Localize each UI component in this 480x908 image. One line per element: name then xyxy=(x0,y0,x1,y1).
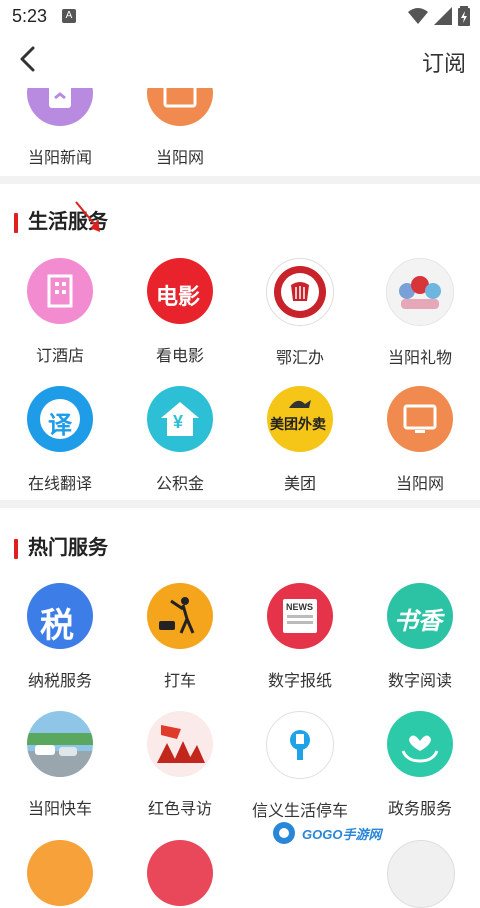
battery-icon xyxy=(458,6,470,26)
grid-item-parking[interactable]: 信义生活停车 xyxy=(240,711,360,821)
gov-service-icon xyxy=(387,711,453,777)
arrow-annotation-icon xyxy=(75,201,100,232)
grid-item-dangyang-web[interactable]: 当阳网 xyxy=(360,386,480,494)
grid-item-label: 打车 xyxy=(163,673,196,690)
grid-item-meituan[interactable]: 美团外卖 美团 xyxy=(240,386,360,494)
signal-icon xyxy=(434,7,452,25)
translate-icon: 译 xyxy=(27,386,93,452)
movie-icon: 电影 xyxy=(147,258,213,324)
grid-item-label: 当阳网 xyxy=(395,476,444,493)
grid-item-taxi[interactable]: 打车 xyxy=(120,583,240,691)
watermark: GOGO手游网 xyxy=(270,818,381,848)
partial-next-icon xyxy=(387,840,455,908)
watermark-logo-icon xyxy=(273,822,295,844)
grid-item-label: 订酒店 xyxy=(35,348,84,365)
grid-item-label: 当阳快车 xyxy=(27,801,92,818)
parking-icon xyxy=(266,711,334,779)
grid-item-label: 当阳网 xyxy=(155,150,204,167)
fund-icon: ¥ xyxy=(147,386,213,452)
grid-item-label: 数字报纸 xyxy=(267,673,332,690)
meituan-glyph: 美团外卖 xyxy=(270,416,326,432)
translate-glyph: 译 xyxy=(48,412,72,439)
grid-item-label: 看电影 xyxy=(155,348,204,365)
newspaper-icon: NEWS xyxy=(267,583,333,649)
back-icon[interactable] xyxy=(14,44,44,74)
grid-item-label: 红色寻访 xyxy=(147,801,212,818)
gift-mascot-icon xyxy=(386,258,454,326)
system-icons xyxy=(408,6,470,26)
tax-glyph: 税 xyxy=(40,607,74,645)
grid-item-reading[interactable]: 书香 数字阅读 xyxy=(360,583,480,691)
notification-icon: A xyxy=(62,9,76,23)
movie-glyph: 电影 xyxy=(156,284,201,309)
grid-item-red-tour[interactable]: 红色寻访 xyxy=(120,711,240,819)
section-title-text: 热门服务 xyxy=(28,537,108,559)
status-bar: 5:23 A xyxy=(0,0,480,32)
grid-item-label: 在线翻译 xyxy=(27,476,92,493)
grid-item-fund[interactable]: ¥ 公积金 xyxy=(120,386,240,494)
express-bus-icon xyxy=(27,711,93,777)
red-tour-icon xyxy=(147,711,213,777)
grid-item-tax[interactable]: 税 纳税服务 xyxy=(0,583,120,691)
grid-item-translate[interactable]: 译 在线翻译 xyxy=(0,386,120,494)
ehuiban-logo-icon xyxy=(266,258,334,326)
grid-item-label: 公积金 xyxy=(155,476,204,493)
hotel-icon xyxy=(27,258,93,324)
section-accent-bar xyxy=(14,538,18,559)
grid-item-label: 政务服务 xyxy=(387,801,452,818)
grid-item-label: 鄂汇办 xyxy=(275,350,324,367)
taxi-icon xyxy=(147,583,213,649)
grid-item-label: 当阳礼物 xyxy=(387,350,452,367)
section-divider xyxy=(0,500,480,508)
section-divider xyxy=(0,176,480,184)
status-time: 5:23 xyxy=(12,6,48,26)
section-title-hot: 热门服务 xyxy=(14,531,108,560)
grid-item-movie[interactable]: 电影 看电影 xyxy=(120,258,240,366)
subscribe-button[interactable]: 订阅 xyxy=(422,46,466,78)
watermark-text: GOGO手游网 xyxy=(302,826,382,842)
fund-glyph: ¥ xyxy=(173,412,184,432)
grid-item-label: 数字阅读 xyxy=(387,673,452,690)
reading-icon: 书香 xyxy=(387,583,453,649)
header-mask: 订阅 xyxy=(0,32,480,88)
reading-glyph: 书香 xyxy=(394,608,442,635)
meituan-icon: 美团外卖 xyxy=(267,386,333,452)
monitor-icon xyxy=(387,386,453,452)
grid-item-gov-service[interactable]: 政务服务 xyxy=(360,711,480,819)
grid-item-newspaper[interactable]: NEWS 数字报纸 xyxy=(240,583,360,691)
grid-item-hotel[interactable]: 订酒店 xyxy=(0,258,120,366)
grid-item-gift[interactable]: 当阳礼物 xyxy=(360,258,480,368)
grid-item-label: 纳税服务 xyxy=(27,673,92,690)
wifi-icon xyxy=(408,8,428,24)
grid-item-label: 美团 xyxy=(283,476,316,493)
section-accent-bar xyxy=(14,212,18,233)
grid-item-label: 当阳新闻 xyxy=(27,150,92,167)
partial-next-icon xyxy=(27,840,93,906)
grid-item-express[interactable]: 当阳快车 xyxy=(0,711,120,819)
partial-next-icon xyxy=(147,840,213,906)
grid-item-ehuiban[interactable]: 鄂汇办 xyxy=(240,258,360,368)
tax-icon: 税 xyxy=(27,583,93,649)
newspaper-glyph: NEWS xyxy=(286,602,313,612)
